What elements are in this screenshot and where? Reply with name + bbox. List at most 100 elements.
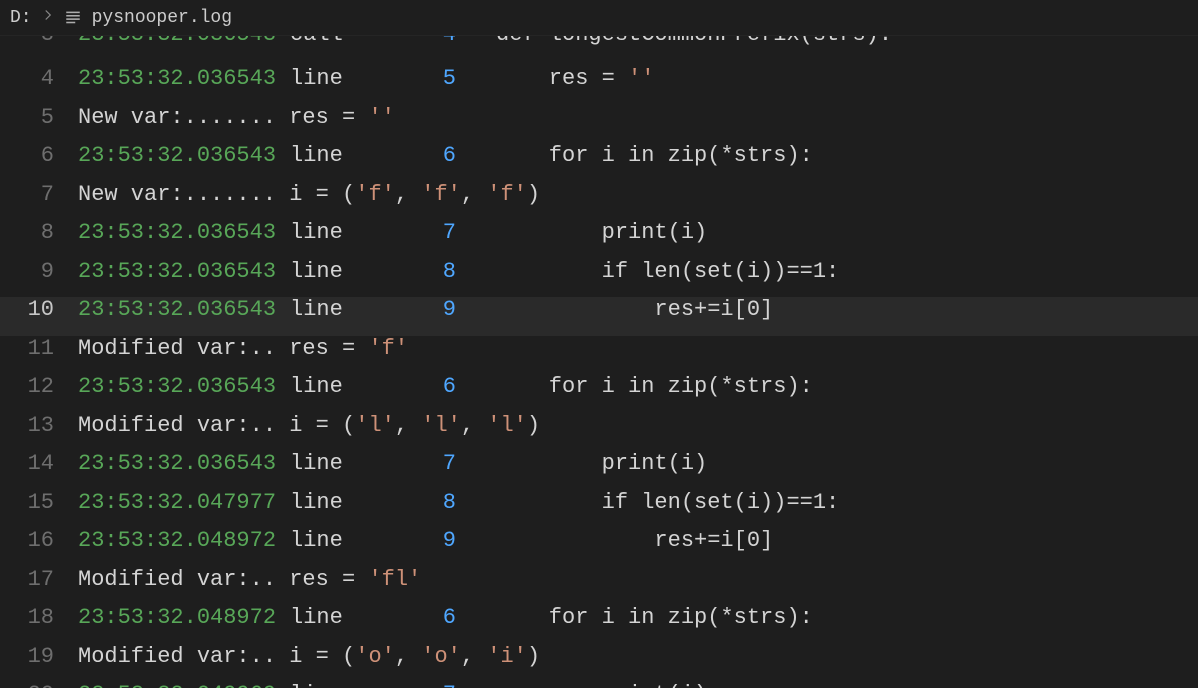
token: 23:53:32.048972 [78,605,290,630]
editor-line[interactable]: 13Modified var:.. i = ('l', 'l', 'l') [0,413,1198,452]
token: , [395,644,421,669]
token: 23:53:32.036543 [78,374,290,399]
line-number: 19 [0,644,78,669]
line-content: 23:53:32.047977line8 if len(set(i))==1: [78,490,839,515]
token: 23:53:32.047977 [78,490,290,515]
token: 'f' [368,336,408,361]
editor-line[interactable]: 11Modified var:.. res = 'f' [0,336,1198,375]
line-number: 12 [0,374,78,399]
token: 23:53:32.036543 [78,66,290,91]
line-content: 23:53:32.036543line5 res = '' [78,66,654,91]
editor-line[interactable]: 17Modified var:.. res = 'fl' [0,567,1198,606]
token: line [290,66,364,91]
token: Modified var:.. i = ( [78,644,355,669]
token: line [290,220,364,245]
line-number: 4 [0,66,78,91]
token: 9 [364,528,496,553]
token: line [290,374,364,399]
token: Modified var:.. res = [78,336,368,361]
token: 'l' [355,413,395,438]
editor-line[interactable]: 5New var:....... res = '' [0,105,1198,144]
token: 'o' [355,644,395,669]
token: for i in zip(*strs): [496,374,813,399]
line-number: 6 [0,143,78,168]
token: '' [628,66,654,91]
token: 'f' [487,182,527,207]
line-number: 13 [0,413,78,438]
editor-line[interactable]: 7New var:....... i = ('f', 'f', 'f') [0,182,1198,221]
token: if len(set(i))==1: [496,259,839,284]
line-content: New var:....... res = '' [78,105,395,130]
token: 23:53:32.036543 [78,259,290,284]
line-content: 23:53:32.036543line9 res+=i[0] [78,297,773,322]
token: res = [496,66,628,91]
token: 23:53:32.049969 [78,682,290,688]
token: 4 [364,36,496,47]
token: 'i' [487,644,527,669]
line-number: 20 [0,682,78,688]
token: 7 [364,220,496,245]
token: for i in zip(*strs): [496,605,813,630]
line-number: 5 [0,105,78,130]
editor-line[interactable]: 823:53:32.036543line7 print(i) [0,220,1198,259]
editor-line[interactable]: 1223:53:32.036543line6 for i in zip(*str… [0,374,1198,413]
line-number: 17 [0,567,78,592]
line-content: 23:53:32.036543line6 for i in zip(*strs)… [78,143,813,168]
editor-line[interactable]: 323:53:32.036543call4def longestCommonPr… [0,36,1198,66]
line-content: 23:53:32.048972line6 for i in zip(*strs)… [78,605,813,630]
token: 'o' [421,644,461,669]
line-content: 23:53:32.036543line7 print(i) [78,451,707,476]
token: 9 [364,297,496,322]
breadcrumb-drive[interactable]: D: [10,8,32,28]
editor-line[interactable]: 623:53:32.036543line6 for i in zip(*strs… [0,143,1198,182]
token: ) [527,413,540,438]
token: , [461,644,487,669]
line-content: 23:53:32.036543line8 if len(set(i))==1: [78,259,839,284]
chevron-right-icon [42,9,54,26]
line-number: 15 [0,490,78,515]
token: 23:53:32.048972 [78,528,290,553]
token: print(i) [496,451,707,476]
token: 23:53:32.036543 [78,220,290,245]
line-number: 16 [0,528,78,553]
editor-line[interactable]: 1623:53:32.048972line9 res+=i[0] [0,528,1198,567]
line-number: 3 [0,36,78,47]
token: res+=i[0] [496,297,773,322]
file-icon [64,9,82,27]
editor-line[interactable]: 1523:53:32.047977line8 if len(set(i))==1… [0,490,1198,529]
editor-line[interactable]: 423:53:32.036543line5 res = '' [0,66,1198,105]
token: 6 [364,143,496,168]
token: line [290,490,364,515]
token: 6 [364,605,496,630]
line-number: 7 [0,182,78,207]
token: 'f' [421,182,461,207]
token: res+=i[0] [496,528,773,553]
breadcrumb[interactable]: D: pysnooper.log [0,0,1198,36]
token: , [461,182,487,207]
token: 'fl' [368,567,421,592]
token: line [290,297,364,322]
token: New var:....... res = [78,105,368,130]
token: 6 [364,374,496,399]
line-content: 23:53:32.049969line7 print(i) [78,682,707,688]
token: line [290,528,364,553]
token: 7 [364,682,496,688]
line-number: 9 [0,259,78,284]
token: line [290,682,364,688]
line-content: 23:53:32.036543line7 print(i) [78,220,707,245]
token: 7 [364,451,496,476]
editor-area[interactable]: 323:53:32.036543call4def longestCommonPr… [0,36,1198,688]
line-content: Modified var:.. res = 'fl' [78,567,421,592]
editor-line[interactable]: 19Modified var:.. i = ('o', 'o', 'i') [0,644,1198,683]
token: 'l' [421,413,461,438]
token: line [290,259,364,284]
token: 5 [364,66,496,91]
editor-line[interactable]: 2023:53:32.049969line7 print(i) [0,682,1198,688]
token: 23:53:32.036543 [78,297,290,322]
editor-line[interactable]: 1823:53:32.048972line6 for i in zip(*str… [0,605,1198,644]
editor-line[interactable]: 1023:53:32.036543line9 res+=i[0] [0,297,1198,336]
editor-line[interactable]: 1423:53:32.036543line7 print(i) [0,451,1198,490]
line-content: 23:53:32.036543call4def longestCommonPre… [78,36,892,47]
editor-line[interactable]: 923:53:32.036543line8 if len(set(i))==1: [0,259,1198,298]
breadcrumb-filename[interactable]: pysnooper.log [92,8,232,28]
